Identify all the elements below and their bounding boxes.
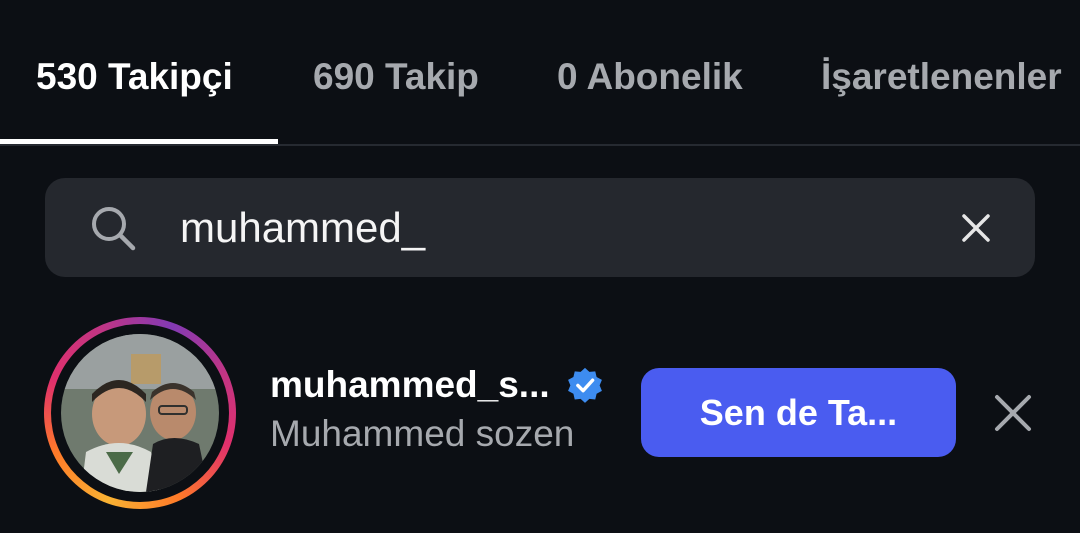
search-input[interactable] xyxy=(180,198,910,258)
search-icon xyxy=(92,207,136,251)
tab-following[interactable]: 690 Takip xyxy=(313,54,479,100)
tab-tagged[interactable]: İşaretlenenler xyxy=(821,54,1062,100)
close-icon[interactable] xyxy=(992,392,1034,434)
verified-badge-icon xyxy=(568,367,602,403)
avatar[interactable] xyxy=(44,317,236,509)
tab-bar: 530 Takipçi 690 Takip 0 Abonelik İşaretl… xyxy=(0,0,1080,146)
follow-back-button[interactable]: Sen de Ta... xyxy=(641,368,956,457)
avatar-photo xyxy=(61,334,219,492)
close-icon[interactable] xyxy=(956,208,996,248)
tab-subscriptions[interactable]: 0 Abonelik xyxy=(557,54,743,100)
avatar-image xyxy=(61,334,219,492)
tab-followers[interactable]: 530 Takipçi xyxy=(36,54,233,100)
active-tab-indicator xyxy=(0,139,278,144)
result-username[interactable]: muhammed_s... xyxy=(270,362,550,408)
followers-screen: 530 Takipçi 690 Takip 0 Abonelik İşaretl… xyxy=(0,0,1080,533)
result-full-name: Muhammed sozen xyxy=(270,413,575,454)
